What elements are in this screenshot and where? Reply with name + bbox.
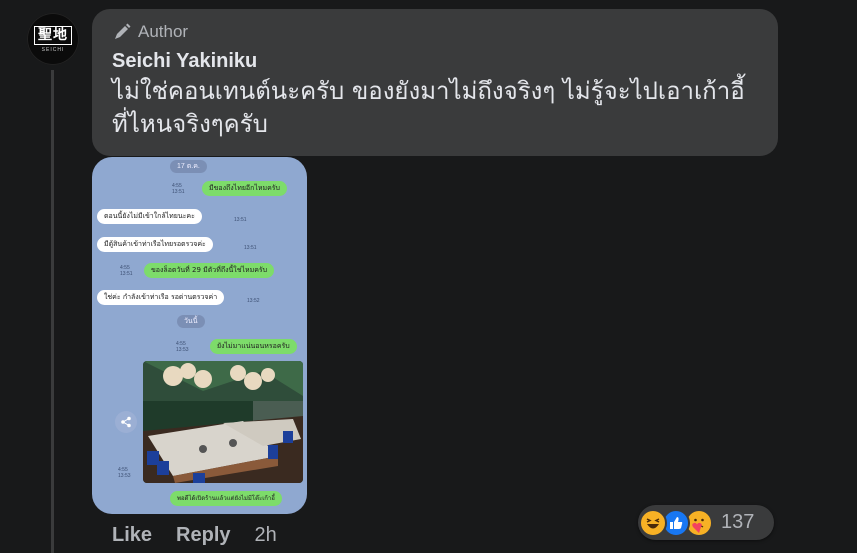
avatar-logo: 聖地 bbox=[34, 25, 72, 45]
share-button[interactable] bbox=[115, 411, 137, 433]
restaurant-photo bbox=[143, 361, 303, 483]
chat-message: ของล็อตวันที่ 29 มีตัวที่ถึงนี้ใช่ไหมครั… bbox=[144, 263, 275, 278]
comment-actions: Like Reply 2h bbox=[112, 524, 277, 547]
chat-time-pill: 17 ต.ค. bbox=[170, 160, 207, 173]
chat-message: ตอนนี้ยังไม่มีเข้าใกล้ไทยนะคะ bbox=[97, 209, 202, 224]
reply-button[interactable]: Reply bbox=[176, 524, 230, 547]
avatar[interactable]: 聖地 SEICHI bbox=[27, 13, 79, 65]
comment-text: ไม่ใช่คอนเทนต์นะครับ ของยังมาไม่ถึงจริงๆ… bbox=[112, 75, 758, 141]
author-badge-label: Author bbox=[138, 22, 189, 41]
like-button[interactable]: Like bbox=[112, 524, 152, 547]
chat-message: ยังไม่มาแน่นอนหรอครับ bbox=[210, 339, 297, 354]
haha-reaction-icon bbox=[639, 508, 667, 537]
comment-bubble: Author Seichi Yakiniku ไม่ใช่คอนเทนต์นะค… bbox=[92, 9, 778, 156]
pen-icon bbox=[115, 23, 131, 39]
chat-date-pill: วันนี้ bbox=[177, 315, 205, 328]
avatar-logo-sub: SEICHI bbox=[41, 46, 65, 53]
share-icon bbox=[121, 416, 131, 428]
chat-message: ใช่ค่ะ กำลังเข้าท่าเรือ รอด่านตรวจค่า bbox=[97, 290, 225, 305]
reaction-count: 137 bbox=[721, 511, 755, 533]
commenter-name[interactable]: Seichi Yakiniku bbox=[112, 50, 758, 73]
chat-message: มีของถึงไทยอีกไหมครับ bbox=[202, 181, 287, 196]
comment-text-line: ที่ไหนจริงๆครับ bbox=[112, 110, 268, 138]
chat-message: มีตู้สินค้าเข้าท่าเรือไทยรอตรวจค่ะ bbox=[97, 237, 213, 252]
author-badge: Author bbox=[112, 21, 758, 43]
comment-text-line: ไม่ใช่คอนเทนต์นะครับ ของยังมาไม่ถึงจริงๆ… bbox=[112, 77, 745, 105]
thread-line bbox=[51, 70, 54, 553]
chat-message: พอดีได้เปิดร้านแล้วแต่ยังไม่มีโต๊ะเก้าอี… bbox=[170, 491, 282, 506]
reactions-summary[interactable]: 137 bbox=[638, 505, 774, 540]
comment-timestamp[interactable]: 2h bbox=[255, 524, 277, 547]
